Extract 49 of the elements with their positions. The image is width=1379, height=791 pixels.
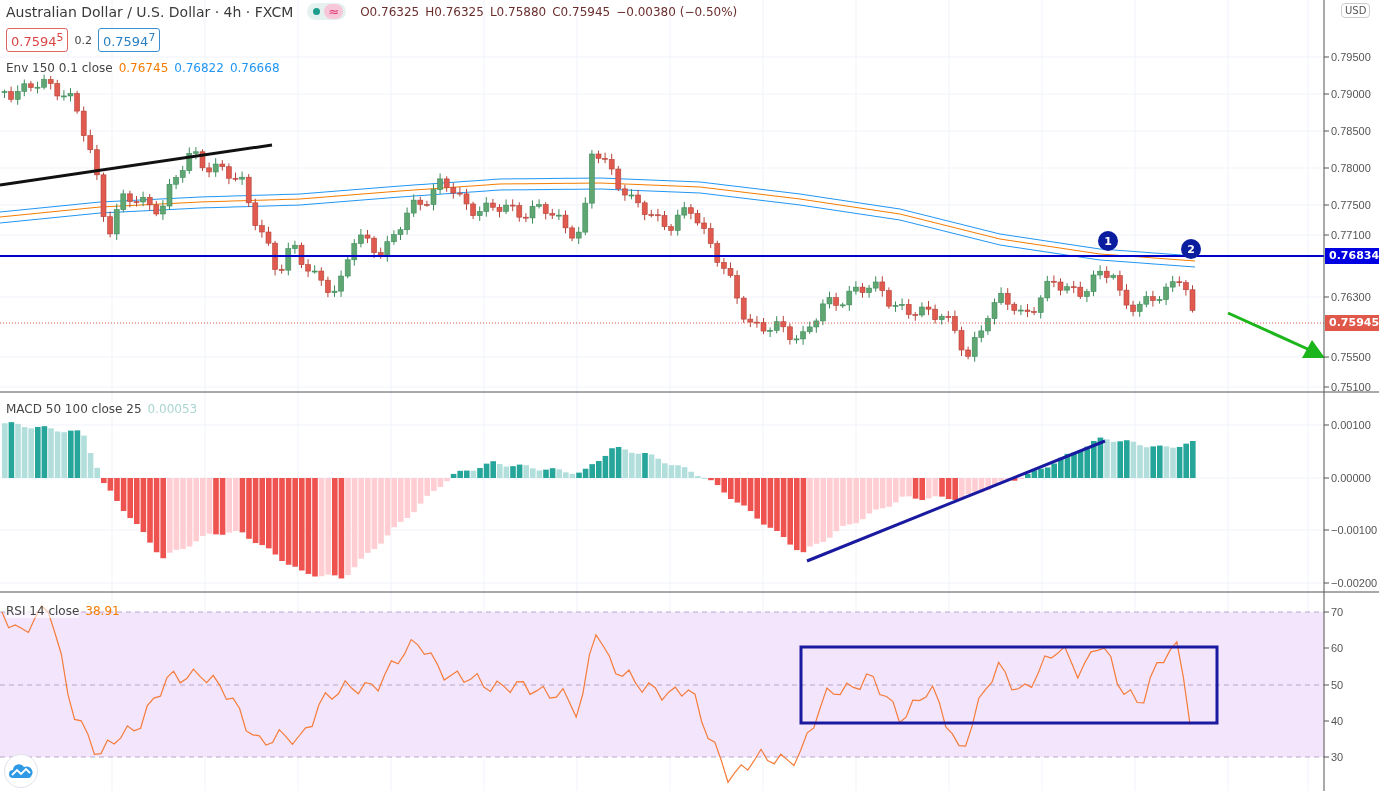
ohlc-label: H (425, 4, 435, 19)
marker-badge: 2 (1181, 239, 1201, 259)
spread-value: 0.2 (74, 33, 92, 47)
ohlc-value: 0.75880 (496, 4, 547, 19)
ohlc-label: L (489, 4, 497, 19)
indicator-value: 0.76822 (174, 61, 224, 75)
axis-label: 0.75500 (1331, 350, 1371, 365)
axis-label: 70 (1331, 605, 1344, 620)
ohlc-value: 0.76325 (369, 4, 420, 19)
axis-label: 0.00100 (1331, 418, 1371, 433)
ohlc-label: O (360, 4, 370, 19)
axis-label: 50 (1331, 678, 1344, 693)
logo-button[interactable] (4, 754, 38, 788)
indicator-label: RSI 14 close (6, 604, 80, 618)
indicator-value: 0.00053 (147, 402, 198, 416)
status-symbol: ≈ (324, 4, 344, 19)
marker-badge: 1 (1098, 231, 1118, 251)
indicator-value: 0.76668 (229, 61, 280, 75)
arrow-icon (1227, 311, 1325, 358)
axis-label: 0.77100 (1331, 228, 1371, 243)
axis-label: 0.79000 (1331, 87, 1371, 102)
currency-button[interactable]: USD (1341, 3, 1371, 18)
axis-label: −0.00200 (1331, 576, 1378, 591)
indicator-label: Env 150 0.1 close (6, 61, 113, 75)
cloud-logo-icon (9, 763, 33, 779)
axis-label: 30 (1331, 750, 1344, 765)
axis-label: 0.78500 (1331, 124, 1371, 139)
price-change: −0.00380 (−0.50%) (616, 4, 738, 19)
axis-label: 0.76300 (1331, 290, 1371, 305)
axis-label: 0.77500 (1331, 198, 1371, 213)
ohlc-value: 0.75945 (560, 4, 611, 19)
indicator-label: MACD 50 100 close 25 (6, 402, 142, 416)
ohlc-label: C (552, 4, 561, 19)
axis-label: 60 (1331, 641, 1344, 656)
sell-button[interactable]: 0.7594$^{5}$ (6, 28, 69, 53)
indicator-value: 0.76745 (118, 61, 169, 75)
axis-label: 40 (1331, 714, 1344, 729)
market-open-icon (313, 8, 321, 15)
ohlc-value: 0.76325 (434, 4, 484, 19)
axis-label: −0.00100 (1331, 523, 1378, 538)
axis-label: 0.75100 (1331, 380, 1371, 395)
axis-label: 0.78000 (1331, 161, 1371, 176)
buy-button[interactable]: 0.7594$^{7}$ (97, 28, 161, 53)
price-tag: 0.76834 (1325, 248, 1379, 264)
axis-label: 0.00000 (1331, 471, 1371, 486)
price-tag: 0.75945 (1325, 315, 1379, 331)
axis-label: 0.79500 (1331, 50, 1371, 65)
symbol-title: Australian Dollar / U.S. Dollar · 4h · FXCM (6, 3, 294, 20)
indicator-value: 38.91 (85, 604, 120, 618)
